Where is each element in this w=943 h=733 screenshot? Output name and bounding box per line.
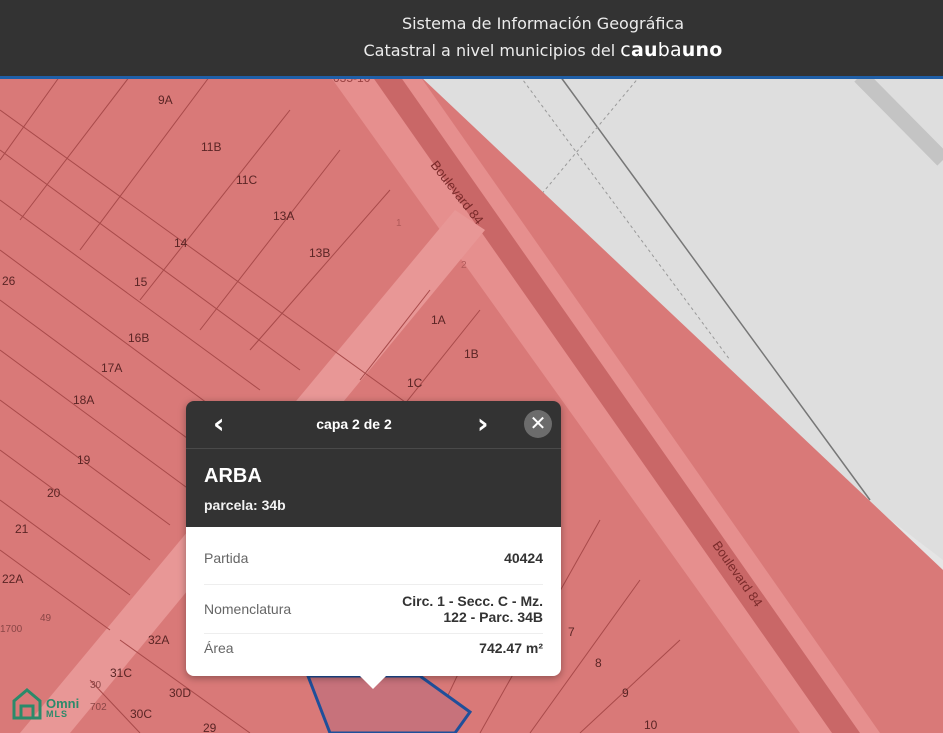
brand-logo: caubauno — [620, 39, 722, 61]
lot-label: 11C — [236, 173, 257, 187]
popup-title: ARBA — [204, 465, 262, 487]
lot-label: 1 — [396, 218, 402, 229]
lot-label: 2 — [461, 260, 467, 271]
lot-label: 18A — [73, 393, 94, 407]
lot-label: 17A — [101, 361, 122, 375]
lot-label: 30D — [169, 686, 191, 700]
popup-header: ARBA parcela: 34b — [186, 449, 561, 527]
detail-row: Partida 40424 — [204, 527, 543, 585]
lot-label: 11B — [201, 140, 221, 154]
brand-uno: uno — [681, 39, 723, 61]
detail-key: Área — [204, 639, 234, 656]
lot-label: 29 — [203, 721, 217, 733]
detail-key: Partida — [204, 549, 249, 566]
omni-mls-logo[interactable]: Omni MLS — [12, 688, 79, 720]
lot-label: 19 — [77, 453, 91, 467]
lot-label: 30C — [130, 707, 152, 721]
detail-value-line: 122 - Parc. 34B — [443, 609, 543, 625]
next-layer-button[interactable]: › — [477, 408, 489, 440]
lot-label: 1700 — [0, 624, 23, 635]
detail-value: 40424 — [504, 549, 543, 566]
lot-label: 14 — [174, 236, 188, 250]
lot-label: 13B — [309, 246, 330, 260]
lot-label: 7 — [568, 625, 575, 639]
brand-c: c — [620, 39, 631, 61]
house-icon — [12, 688, 42, 720]
detail-row: Nomenclatura Circ. 1 - Secc. C - Mz. 122… — [204, 585, 543, 634]
lot-label: 9 — [622, 686, 629, 700]
lot-label: 20 — [47, 486, 61, 500]
detail-key: Nomenclatura — [204, 601, 292, 617]
lot-label: 16B — [128, 331, 149, 345]
lot-label: 30 — [90, 680, 102, 691]
parcel-info-popup: ‹ capa 2 de 2 › ✕ ARBA parcela: 34b Part… — [186, 401, 561, 689]
lot-label: 31C — [110, 666, 132, 680]
lot-label: 10 — [644, 718, 658, 732]
lot-label: 15 — [134, 275, 148, 289]
detail-value: 742.47 m² — [479, 639, 543, 656]
logo-text: Omni MLS — [46, 696, 80, 720]
lot-label: 702 — [90, 702, 107, 713]
lot-label: 49 — [40, 613, 52, 624]
logo-name: Omni — [46, 696, 80, 711]
popup-pointer — [359, 675, 387, 689]
header-subtitle: Catastral a nivel municipios del caubaun… — [0, 39, 943, 61]
popup-nav-bar: ‹ capa 2 de 2 › ✕ — [186, 401, 561, 449]
lot-label: 21 — [15, 522, 29, 536]
lot-label: 8 — [595, 656, 602, 670]
header-subtitle-prefix: Catastral a nivel municipios del — [363, 41, 616, 60]
lot-label: 1B — [464, 347, 479, 361]
detail-value-line: Circ. 1 - Secc. C - Mz. — [402, 593, 543, 609]
lot-label: 1A — [431, 313, 446, 327]
brand-ba: ba — [657, 39, 682, 61]
brand-au: au — [630, 39, 658, 61]
lot-label: 22A — [2, 572, 23, 586]
detail-value: Circ. 1 - Secc. C - Mz. 122 - Parc. 34B — [402, 593, 543, 625]
lot-label: 32A — [148, 633, 169, 647]
popup-details: Partida 40424 Nomenclatura Circ. 1 - Sec… — [186, 527, 561, 676]
lot-label: 26 — [2, 274, 16, 288]
app-header: Sistema de Información Geográfica Catast… — [0, 0, 943, 79]
lot-label: 13A — [273, 209, 294, 223]
layer-counter: capa 2 de 2 — [316, 416, 392, 432]
header-title: Sistema de Información Geográfica — [401, 14, 685, 33]
lot-label: 1C — [407, 376, 423, 390]
close-popup-button[interactable]: ✕ — [524, 410, 552, 438]
detail-row: Área 742.47 m² — [204, 634, 543, 661]
popup-subtitle: parcela: 34b — [204, 497, 286, 513]
lot-label: 9A — [158, 93, 173, 107]
